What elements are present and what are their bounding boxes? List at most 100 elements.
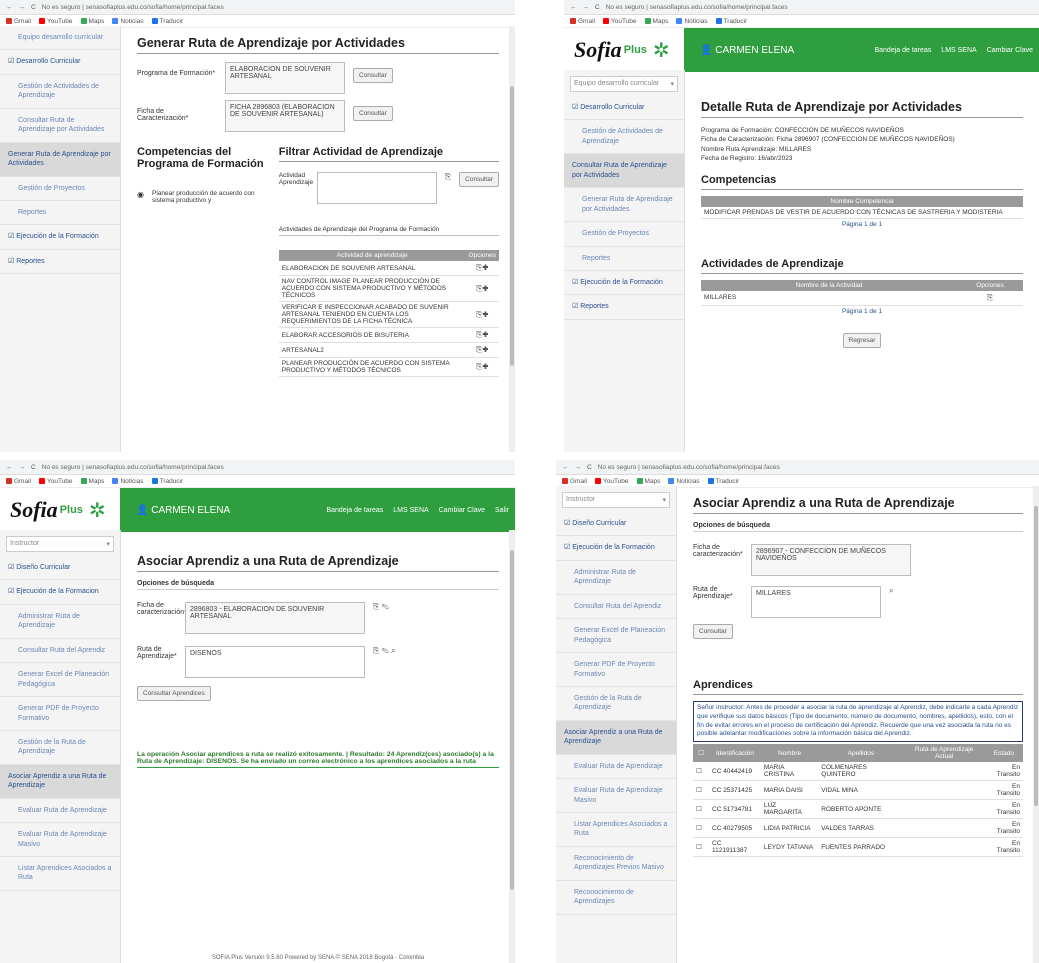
edit-icon[interactable]: ⎘✚ xyxy=(476,330,488,339)
nav-bandeja[interactable]: Bandeja de tareas xyxy=(326,507,383,514)
bookmark-maps[interactable]: Maps xyxy=(636,478,660,485)
nav-lms[interactable]: LMS SENA xyxy=(393,507,428,514)
role-select[interactable]: Equipo desarrollo curricular ▾ xyxy=(570,76,678,92)
row-checkbox[interactable]: ☐ xyxy=(696,787,702,794)
address-bar[interactable]: No es seguro | senasofiaplus.edu.co/sofi… xyxy=(42,4,509,11)
role-select[interactable]: Instructor ▾ xyxy=(6,536,114,552)
reload-icon[interactable]: C xyxy=(31,4,36,11)
ruta-field[interactable]: MILLARES xyxy=(751,586,881,618)
sidebar-item[interactable]: ☑ Ejecución de la Formación xyxy=(556,536,676,561)
ficha-field[interactable]: 2896907 - CONFECCION DE MUÑECOS NAVIDEÑO… xyxy=(751,544,911,576)
edit-icon[interactable]: ⎘✚ xyxy=(476,310,488,319)
radio-icon[interactable]: ◉ xyxy=(137,190,144,199)
role-select[interactable]: Instructor ▾ xyxy=(562,492,670,508)
sidebar-item[interactable]: Reportes xyxy=(0,201,120,226)
scrollbar[interactable] xyxy=(1033,486,1039,963)
forward-icon[interactable]: → xyxy=(575,464,582,471)
sidebar-item[interactable]: Evaluar Ruta de Aprendizaje xyxy=(556,755,676,780)
bookmark-traducir[interactable]: Traducir xyxy=(151,478,183,485)
bookmark-maps[interactable]: Maps xyxy=(80,18,104,25)
sidebar-item[interactable]: Gestión de Proyectos xyxy=(0,177,120,201)
sidebar-item[interactable]: Asociar Aprendiz a una Ruta de Aprendiza… xyxy=(556,720,676,755)
sidebar-item[interactable]: ☑ Diseño Curricular xyxy=(0,556,120,581)
address-bar[interactable]: No es seguro | senasofiaplus.edu.co/sofi… xyxy=(42,464,509,471)
nav-cambiar-clave[interactable]: Cambiar Clave xyxy=(987,47,1033,54)
sidebar-item[interactable]: ☑ Ejecución de la Formación xyxy=(564,271,684,296)
consultar-aprendices-button[interactable]: Consultar Aprendices xyxy=(137,686,211,701)
sidebar-item[interactable]: Generar Ruta de Aprendizaje por Activida… xyxy=(564,188,684,223)
bookmark-youtube[interactable]: YouTube xyxy=(602,18,637,25)
sidebar-item[interactable]: Consultar Ruta del Aprendiz xyxy=(0,639,120,664)
edit-icon[interactable]: ⎘✚ xyxy=(476,284,488,293)
bookmark-youtube[interactable]: YouTube xyxy=(38,478,73,485)
ficha-field[interactable]: 2896803 - ELABORACION DE SOUVENIR ARTESA… xyxy=(185,602,365,634)
consultar-button-2[interactable]: Consultar xyxy=(353,106,393,121)
row-checkbox[interactable]: ☐ xyxy=(696,806,702,813)
sidebar-item[interactable]: Evaluar Ruta de Aprendizaje Masivo xyxy=(0,823,120,857)
sidebar-item[interactable]: Evaluar Ruta de Aprendizaje xyxy=(0,799,120,824)
sidebar-item[interactable]: Gestión de la Ruta de Aprendizaje xyxy=(556,687,676,721)
programa-field[interactable]: ELABORACION DE SOUVENIR ARTESANAL xyxy=(225,62,345,94)
bookmark-gmail[interactable]: Gmail xyxy=(6,18,31,25)
clear-icon[interactable]: ⎘ ✎ xyxy=(373,602,389,612)
row-checkbox[interactable]: ☐ xyxy=(696,825,702,832)
sidebar-item[interactable]: Generar Excel de Planeación Pedagógica xyxy=(0,663,120,698)
address-bar[interactable]: No es seguro | senasofiaplus.edu.co/sofi… xyxy=(606,4,1033,11)
nav-lms[interactable]: LMS SENA xyxy=(941,47,976,54)
bookmark-noticias[interactable]: Noticias xyxy=(668,478,700,485)
search-icon[interactable]: ⌕ xyxy=(889,586,893,596)
consultar-button[interactable]: Consultar xyxy=(353,68,393,83)
sidebar-item[interactable]: Administrar Ruta de Aprendizaje xyxy=(0,605,120,639)
regresar-button[interactable]: Regresar xyxy=(842,332,882,348)
sidebar-item[interactable]: ☑ Reportes xyxy=(564,295,684,320)
edit-icon[interactable]: ⎘✚ xyxy=(476,362,488,371)
forward-icon[interactable]: → xyxy=(583,4,590,11)
bookmark-maps[interactable]: Maps xyxy=(80,478,104,485)
consultar-actividad-button[interactable]: Consultar xyxy=(459,172,499,187)
sidebar-item[interactable]: ☑ Desarrollo Curricular xyxy=(564,96,684,121)
select-all-checkbox[interactable]: ☐ xyxy=(698,750,704,757)
sidebar-item[interactable]: Administrar Ruta de Aprendizaje xyxy=(556,561,676,595)
back-icon[interactable]: ← xyxy=(6,4,13,11)
sidebar-item[interactable]: ☑ Diseño Curricular xyxy=(556,512,676,537)
nav-salir[interactable]: Salir xyxy=(495,507,509,514)
sidebar-item[interactable]: Gestión de Actividades de Aprendizaje xyxy=(0,75,120,109)
sidebar-item[interactable]: ☑ Ejecución de la Formacion xyxy=(0,580,120,605)
scrollbar[interactable] xyxy=(509,26,515,452)
bookmark-traducir[interactable]: Traducir xyxy=(707,478,739,485)
sidebar-item[interactable]: Consultar Ruta de Aprendizaje por Activi… xyxy=(0,109,120,143)
nav-bandeja[interactable]: Bandeja de tareas xyxy=(874,47,931,54)
back-icon[interactable]: ← xyxy=(570,4,577,11)
consultar-button[interactable]: Consultar xyxy=(693,624,733,639)
back-icon[interactable]: ← xyxy=(562,464,569,471)
bookmark-youtube[interactable]: YouTube xyxy=(594,478,629,485)
actividad-input[interactable] xyxy=(316,172,437,204)
reload-icon[interactable]: C xyxy=(595,4,600,11)
pager-2[interactable]: Página 1 de 1 xyxy=(701,308,1023,315)
bookmark-noticias[interactable]: Noticias xyxy=(676,18,708,25)
view-icon[interactable]: ⎘ xyxy=(987,293,993,302)
sidebar-item[interactable]: Generar PDF de Proyecto Formativo xyxy=(0,697,120,731)
edit-icon[interactable]: ⎘✚ xyxy=(476,345,488,354)
sidebar-item[interactable]: Gestión de Actividades de Aprendizaje xyxy=(564,120,684,155)
sidebar-item[interactable]: Consultar Ruta de Aprendizaje por Activi… xyxy=(564,154,684,189)
sidebar-item[interactable]: ☑ Ejecución de la Formación xyxy=(0,225,120,250)
forward-icon[interactable]: → xyxy=(19,464,26,471)
sidebar-item[interactable]: Asociar Aprendiz a una Ruta de Aprendiza… xyxy=(0,764,120,799)
nav-cambiar-clave[interactable]: Cambiar Clave xyxy=(439,507,485,514)
bookmark-traducir[interactable]: Traducir xyxy=(151,18,183,25)
sidebar-item[interactable]: Consultar Ruta del Aprendiz xyxy=(556,595,676,620)
sidebar-item[interactable]: Reconocimiento de Aprendizajes xyxy=(556,881,676,915)
clear-icon[interactable]: ⎘ xyxy=(445,172,451,182)
sidebar-item[interactable]: Evaluar Ruta de Aprendizaje Masivo xyxy=(556,779,676,813)
reload-icon[interactable]: C xyxy=(587,464,592,471)
bookmark-maps[interactable]: Maps xyxy=(644,18,668,25)
search-icon[interactable]: ⎘ ✎ ⌕ xyxy=(373,646,396,656)
sidebar-item[interactable]: Generar PDF de Proyecto Formativo xyxy=(556,653,676,687)
ficha-field[interactable]: FICHA 2896803 (ELABORACION DE SOUVENIR A… xyxy=(225,100,345,132)
row-checkbox[interactable]: ☐ xyxy=(696,768,702,775)
sidebar-item[interactable]: Gestión de Proyectos xyxy=(564,222,684,247)
row-checkbox[interactable]: ☐ xyxy=(696,844,702,851)
bookmark-traducir[interactable]: Traducir xyxy=(715,18,747,25)
forward-icon[interactable]: → xyxy=(19,4,26,11)
